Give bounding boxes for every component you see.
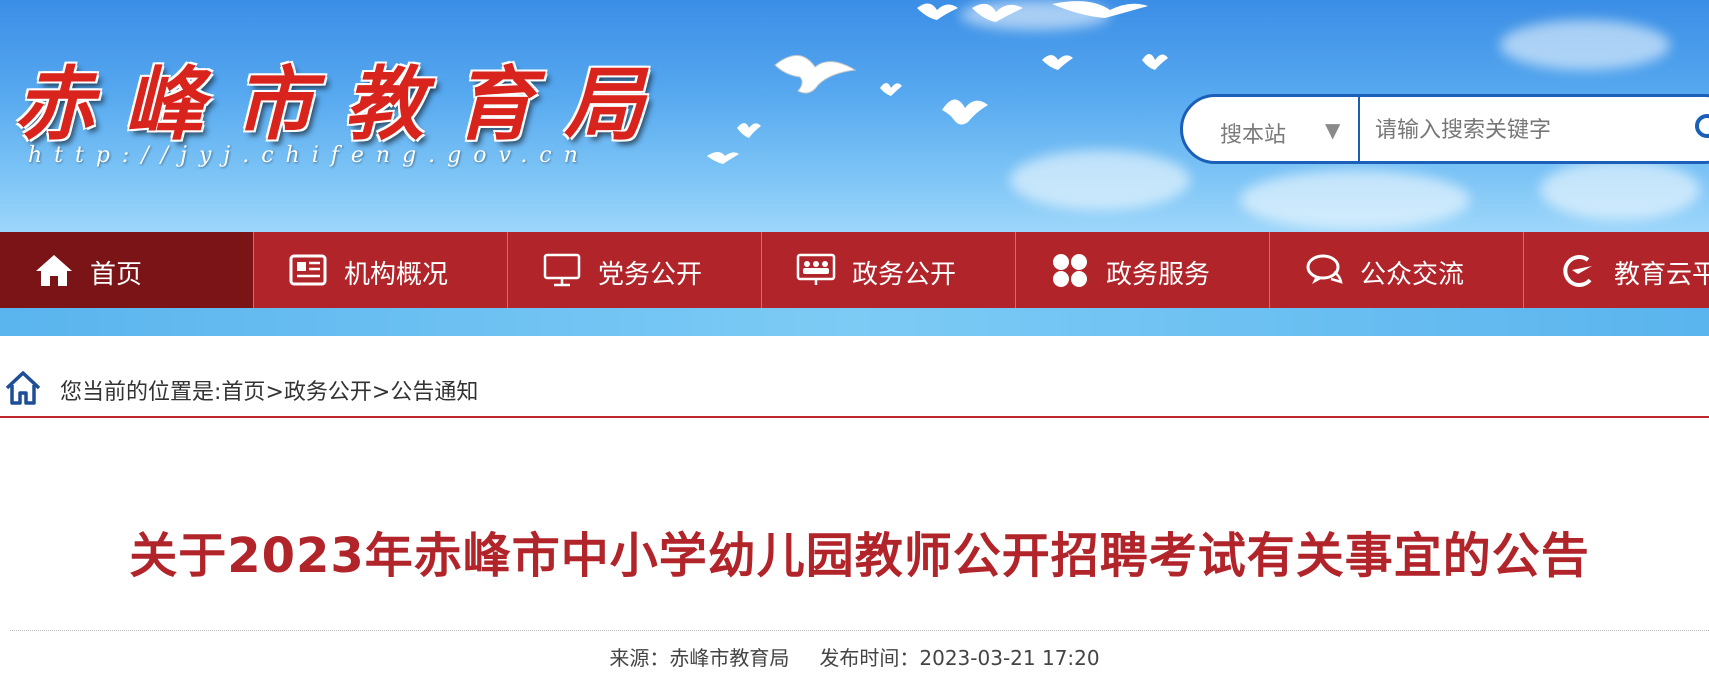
cloud-decoration (1540, 160, 1700, 220)
cloud-logo-icon (1563, 254, 1592, 287)
grid-icon (1053, 254, 1087, 287)
banner-strip (0, 308, 1709, 336)
breadcrumb-separator: > (265, 380, 284, 405)
search-icon[interactable] (1693, 112, 1709, 146)
search-input[interactable] (1373, 103, 1677, 157)
nav-item-public-communication[interactable]: 公众交流 (1270, 232, 1524, 308)
nav-item-education-cloud[interactable]: 教育云平 (1524, 232, 1709, 308)
dove-icon (942, 99, 988, 125)
title-divider (10, 630, 1709, 631)
breadcrumb-trail: 您当前的位置是:首页>政务公开>公告通知 (60, 374, 478, 406)
article-meta: 来源：赤峰市教育局 发布时间：2023-03-21 17:20 (0, 642, 1709, 671)
dove-icon (1052, 1, 1148, 19)
dove-icon (917, 3, 958, 20)
nav-item-label: 机构概况 (344, 260, 449, 290)
nav-item-government-affairs[interactable]: 政务公开 (762, 232, 1016, 308)
dove-icon (1042, 55, 1073, 70)
nav-item-label: 政务服务 (1106, 260, 1211, 290)
published-value: 2023-03-21 17:20 (919, 646, 1100, 670)
nav-item-government-services[interactable]: 政务服务 (1016, 232, 1270, 308)
chat-icon (1306, 254, 1343, 284)
breadcrumb-separator: > (371, 380, 391, 405)
published-label: 发布时间： (819, 646, 920, 670)
dove-icon (880, 83, 902, 96)
dove-icon (737, 123, 761, 138)
search-box: 搜本站 ▼ (1180, 94, 1709, 164)
cloud-decoration (1240, 170, 1470, 230)
nav-item-party-affairs[interactable]: 党务公开 (508, 232, 762, 308)
breadcrumb-link-home[interactable]: 首页 (221, 380, 265, 405)
search-scope-select[interactable]: 搜本站 ▼ (1183, 97, 1360, 161)
newspaper-icon (289, 254, 327, 286)
nav-item-label: 教育云平 (1614, 260, 1709, 290)
home-icon (36, 255, 72, 286)
article-title: 关于2023年赤峰市中小学幼儿园教师公开招聘考试有关事宜的公告 (129, 528, 1590, 584)
nav-item-label: 党务公开 (598, 260, 703, 290)
presentation-icon (796, 253, 836, 285)
source-label: 来源： (609, 646, 670, 670)
cloud-decoration (1010, 150, 1190, 210)
cloud-decoration (1500, 20, 1670, 70)
dove-icon (774, 55, 857, 94)
nav-item-organization[interactable]: 机构概况 (254, 232, 508, 308)
breadcrumb-prefix: 您当前的位置是: (60, 380, 222, 405)
breadcrumb-link-announcements[interactable]: 公告通知 (390, 380, 478, 405)
breadcrumb-link-government-affairs[interactable]: 政务公开 (284, 380, 372, 405)
dove-icon (1142, 54, 1168, 70)
dove-icon (707, 152, 739, 164)
header-banner: 赤峰市教育局 http://jyj.chifeng.gov.cn 搜本站 ▼ (0, 0, 1709, 232)
site-title: 赤峰市教育局 (14, 57, 674, 151)
dropdown-arrow-icon: ▼ (1325, 118, 1341, 142)
nav-item-label: 公众交流 (1360, 260, 1465, 290)
site-url: http://jyj.chifeng.gov.cn (28, 143, 590, 168)
main-nav: 首页 机构概况 党务公开 政务公开 政务服务 公众交流 教育云平 (0, 232, 1709, 308)
nav-item-label: 首页 (90, 260, 143, 290)
nav-item-label: 政务公开 (852, 260, 957, 290)
home-icon[interactable] (4, 369, 42, 407)
nav-item-home[interactable]: 首页 (0, 232, 254, 308)
source-value: 赤峰市教育局 (669, 646, 790, 670)
search-scope-label: 搜本站 (1220, 123, 1287, 148)
dove-icon (972, 3, 1023, 22)
monitor-icon (543, 253, 581, 287)
